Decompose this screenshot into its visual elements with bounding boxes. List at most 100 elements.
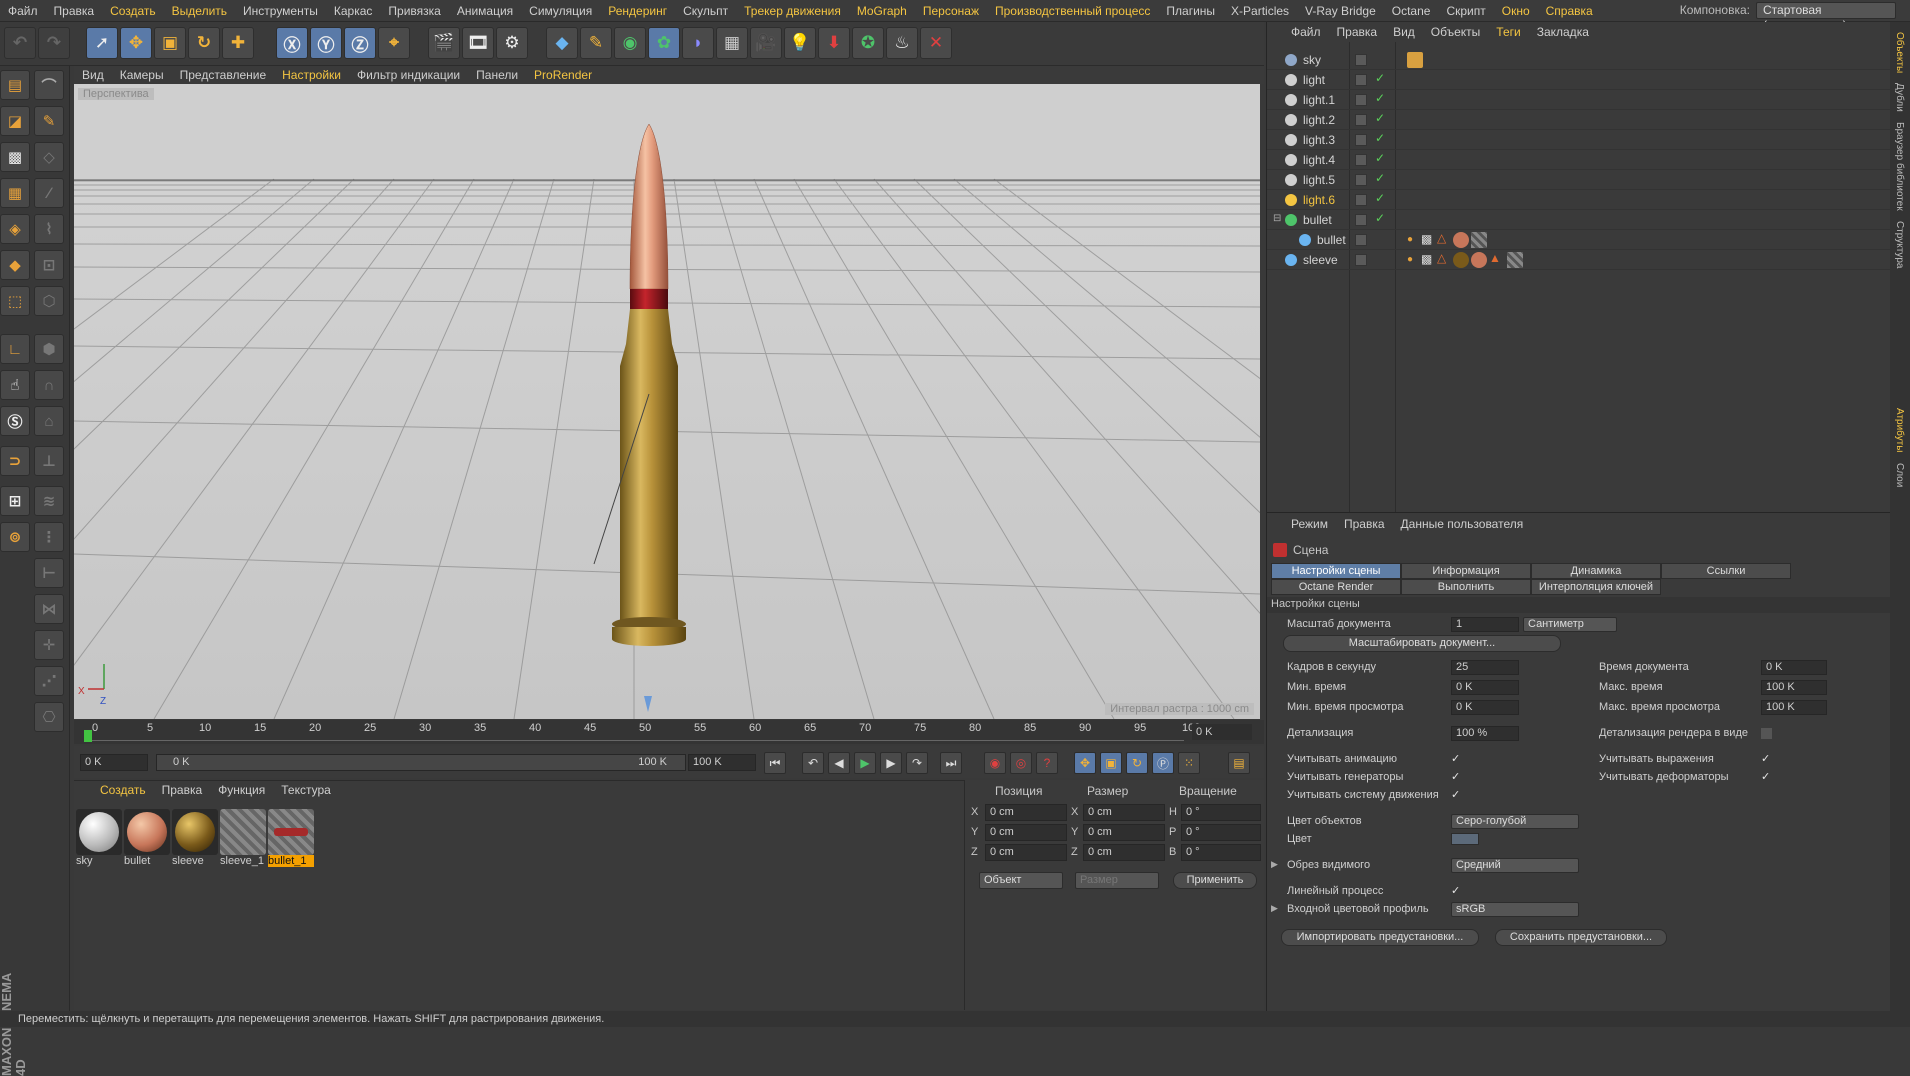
key-scale-icon[interactable]: ▣ (1100, 752, 1122, 774)
align-icon[interactable]: ⊢ (34, 558, 64, 588)
min-time-field[interactable]: 0 K (1451, 680, 1519, 695)
model-mode-icon[interactable]: ⌒ (34, 70, 64, 100)
menu-render[interactable]: Рендеринг (600, 4, 675, 18)
tab-key-interpolation[interactable]: Интерполяция ключей (1531, 579, 1661, 595)
object-row-light-2[interactable]: light.2 ✓ (1267, 110, 1891, 130)
save-presets-button[interactable]: Сохранить предустановки... (1495, 929, 1667, 946)
axis-mode-icon[interactable]: ∟ (0, 334, 30, 364)
bridge-icon[interactable]: ⬢ (34, 334, 64, 364)
tab-info[interactable]: Информация (1401, 563, 1531, 579)
use-animation-checkbox[interactable]: ✓ (1451, 754, 1462, 765)
enabled-check-icon[interactable]: ✓ (1375, 171, 1385, 185)
layer-flag[interactable] (1355, 214, 1367, 226)
render-settings-icon[interactable]: ⚙ (496, 27, 528, 59)
record-icon[interactable]: ◉ (984, 752, 1006, 774)
obj-menu-edit[interactable]: Правка (1329, 25, 1386, 39)
make-editable-icon[interactable]: ▤ (0, 70, 30, 100)
vp-menu-panel[interactable]: Панели (468, 68, 526, 82)
knife-icon[interactable]: ∕ (34, 178, 64, 208)
object-row-sky[interactable]: sky (1267, 50, 1891, 70)
redo-icon[interactable]: ↷ (38, 27, 70, 59)
material-sleeve-1[interactable]: sleeve_1 (220, 809, 266, 867)
max-preview-field[interactable]: 100 K (1761, 700, 1827, 715)
vray-icon[interactable]: ✕ (920, 27, 952, 59)
fps-field[interactable]: 25 (1451, 660, 1519, 675)
menu-create[interactable]: Создать (102, 4, 164, 18)
enabled-check-icon[interactable]: ✓ (1375, 131, 1385, 145)
input-profile-select[interactable]: sRGB (1451, 902, 1579, 917)
mirror-icon[interactable]: ⋈ (34, 594, 64, 624)
menu-pipeline[interactable]: Производственный процесс (987, 4, 1158, 18)
mat-menu-function[interactable]: Функция (210, 783, 273, 797)
snap-icon[interactable]: Ⓢ (0, 406, 30, 436)
use-generators-checkbox[interactable]: ✓ (1451, 772, 1462, 783)
pos-z-field[interactable]: 0 cm (985, 844, 1067, 861)
uv-mode-icon[interactable]: ⬚ (0, 286, 30, 316)
scale-document-button[interactable]: Масштабировать документ... (1283, 635, 1561, 652)
light-icon[interactable]: 💡 (784, 27, 816, 59)
menu-vray[interactable]: V-Ray Bridge (1297, 4, 1384, 18)
deformer-icon[interactable]: ◗ (682, 27, 714, 59)
tab-attributes[interactable]: Атрибуты (1894, 408, 1905, 452)
object-row-light-6[interactable]: light.6 ✓ (1267, 190, 1891, 210)
playhead[interactable] (84, 730, 92, 742)
material-tag-icon[interactable] (1407, 52, 1423, 68)
rot-p-field[interactable]: 0 ° (1181, 824, 1261, 841)
stitch-icon[interactable]: ⋮ (34, 522, 64, 552)
rotate-tool-icon[interactable]: ↻ (188, 27, 220, 59)
clip-select[interactable]: Средний (1451, 858, 1579, 873)
key-parameter-icon[interactable]: Ⓟ (1152, 752, 1174, 774)
weld-icon[interactable]: ⊥ (34, 446, 64, 476)
tweak-icon[interactable]: ☝ (0, 370, 30, 400)
menu-file[interactable]: Файл (0, 4, 46, 18)
vp-menu-options[interactable]: Настройки (274, 68, 349, 82)
obj-menu-bookmarks[interactable]: Закладка (1529, 25, 1597, 39)
object-color-select[interactable]: Серо-голубой (1451, 814, 1579, 829)
layer-flag[interactable] (1355, 174, 1367, 186)
layout-select[interactable]: Стартовая (пользователь) (1756, 2, 1896, 32)
use-expressions-checkbox[interactable]: ✓ (1761, 754, 1772, 765)
tab-structure[interactable]: Структура (1894, 221, 1905, 268)
prev-key-icon[interactable]: ↶ (802, 752, 824, 774)
menu-edit[interactable]: Правка (46, 4, 103, 18)
expand-arrow-icon[interactable]: ▶ (1271, 859, 1278, 870)
x-axis-icon[interactable]: Ⓧ (276, 27, 308, 59)
expand-icon[interactable]: ⊟ (1273, 213, 1281, 224)
texture-tag-2-icon[interactable] (1471, 252, 1487, 268)
texture-tag-icon[interactable] (1453, 252, 1469, 268)
menu-plugins[interactable]: Плагины (1158, 4, 1223, 18)
menu-octane[interactable]: Octane (1384, 4, 1439, 18)
next-key-icon[interactable]: ↷ (906, 752, 928, 774)
normal-move-icon[interactable]: ✛ (34, 630, 64, 660)
points-mode-icon[interactable]: ▦ (0, 178, 30, 208)
menu-help[interactable]: Справка (1538, 4, 1601, 18)
doc-scale-unit-select[interactable]: Сантиметр (1523, 617, 1617, 632)
bevel-icon[interactable]: ⬡ (34, 286, 64, 316)
coordinate-system-icon[interactable]: ⌖ (378, 27, 410, 59)
viewport-perspective[interactable]: X Z Перспектива Интервал растра : 1000 c… (74, 84, 1260, 719)
tab-content-browser[interactable]: Браузер библиотек (1894, 122, 1905, 211)
layer-flag[interactable] (1355, 74, 1367, 86)
use-deformers-checkbox[interactable]: ✓ (1761, 772, 1772, 783)
select-tool-icon[interactable]: ➚ (86, 27, 118, 59)
size-y-field[interactable]: 0 cm (1083, 824, 1165, 841)
magnet-icon[interactable]: ∩ (34, 370, 64, 400)
texture-tag-2-icon[interactable] (1471, 232, 1487, 248)
layer-flag[interactable] (1355, 154, 1367, 166)
key-position-icon[interactable]: ✥ (1074, 752, 1096, 774)
size-z-field[interactable]: 0 cm (1083, 844, 1165, 861)
menu-simulate[interactable]: Симуляция (521, 4, 600, 18)
autokey-icon[interactable]: ◎ (1010, 752, 1032, 774)
live-select-icon[interactable]: ✚ (222, 27, 254, 59)
prev-frame-icon[interactable]: ◀ (828, 752, 850, 774)
texture-tag-icon[interactable] (1453, 232, 1469, 248)
tab-octane-render[interactable]: Octane Render (1271, 579, 1401, 595)
workplane-icon[interactable]: ◇ (34, 142, 64, 172)
solo-icon[interactable]: ⊚ (0, 522, 30, 552)
doc-scale-field[interactable]: 1 (1451, 617, 1519, 632)
material-sky[interactable]: sky (76, 809, 122, 867)
enabled-check-icon[interactable]: ✓ (1375, 211, 1385, 225)
key-rotation-icon[interactable]: ↻ (1126, 752, 1148, 774)
material-sleeve[interactable]: sleeve (172, 809, 218, 867)
keyframe-selection-icon[interactable]: ? (1036, 752, 1058, 774)
